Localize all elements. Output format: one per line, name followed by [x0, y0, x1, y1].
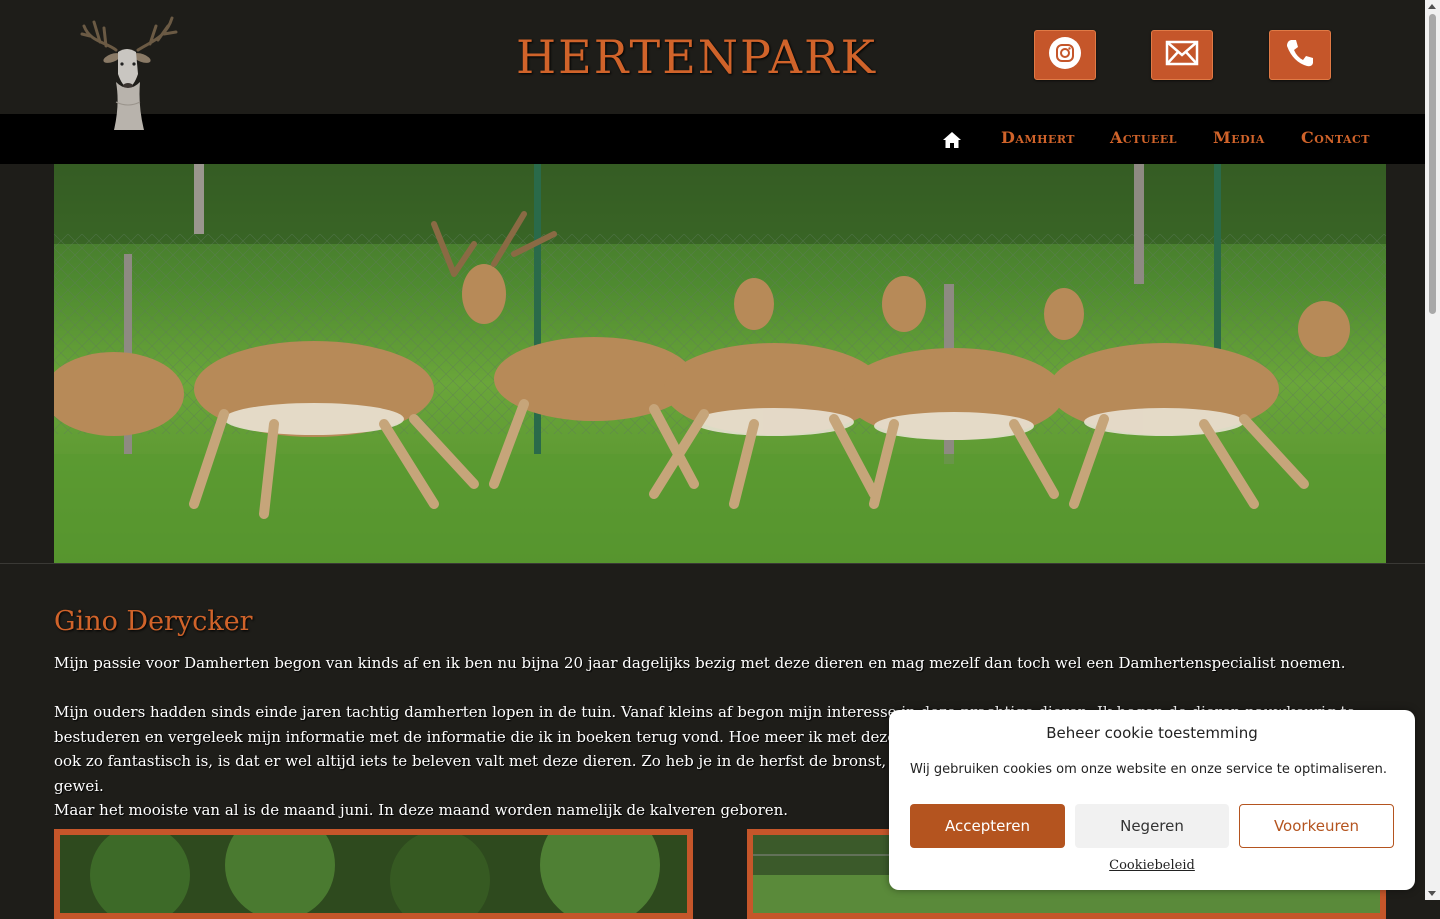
cookie-preferences-button[interactable]: Voorkeuren — [1239, 804, 1394, 848]
mail-button[interactable] — [1151, 30, 1213, 80]
page-heading: Gino Derycker — [54, 606, 253, 637]
deny-cookies-button[interactable]: Negeren — [1075, 804, 1229, 848]
intro-paragraph: Mijn passie voor Damherten begon van kin… — [54, 654, 1346, 672]
site-title[interactable]: HERTENPARK — [516, 30, 877, 84]
mail-icon — [1165, 39, 1199, 71]
nav-item-actueel[interactable]: Actueel — [1110, 128, 1177, 147]
scroll-down-arrow-icon[interactable] — [1428, 891, 1436, 896]
nav-item-media[interactable]: Media — [1213, 128, 1265, 147]
hero-divider — [0, 563, 1425, 564]
deer-head-icon[interactable] — [76, 12, 180, 132]
cookie-text: Wij gebruiken cookies om onze website en… — [910, 762, 1387, 777]
home-icon[interactable] — [942, 131, 962, 149]
scroll-up-arrow-icon[interactable] — [1428, 4, 1436, 9]
nav-item-damhert[interactable]: Damhert — [1001, 128, 1075, 147]
scroll-thumb[interactable] — [1429, 14, 1436, 314]
cookie-policy-link[interactable]: Cookiebeleid — [889, 858, 1415, 873]
instagram-button[interactable] — [1034, 30, 1096, 80]
phone-button[interactable] — [1269, 30, 1331, 80]
hero-image — [54, 164, 1386, 563]
phone-icon — [1284, 37, 1316, 73]
cookie-consent-dialog: Beheer cookie toestemming Wij gebruiken … — [889, 710, 1415, 890]
cookie-title: Beheer cookie toestemming — [1046, 724, 1258, 742]
accept-cookies-button[interactable]: Accepteren — [910, 804, 1065, 848]
page-scrollbar[interactable] — [1425, 0, 1440, 900]
instagram-icon — [1048, 36, 1082, 74]
nav-item-contact[interactable]: Contact — [1301, 128, 1370, 147]
story-line: Maar het mooiste van al is de maand juni… — [54, 801, 789, 819]
main-nav: Damhert Actueel Media Contact — [0, 114, 1425, 164]
gallery-photo-1[interactable] — [54, 829, 693, 919]
